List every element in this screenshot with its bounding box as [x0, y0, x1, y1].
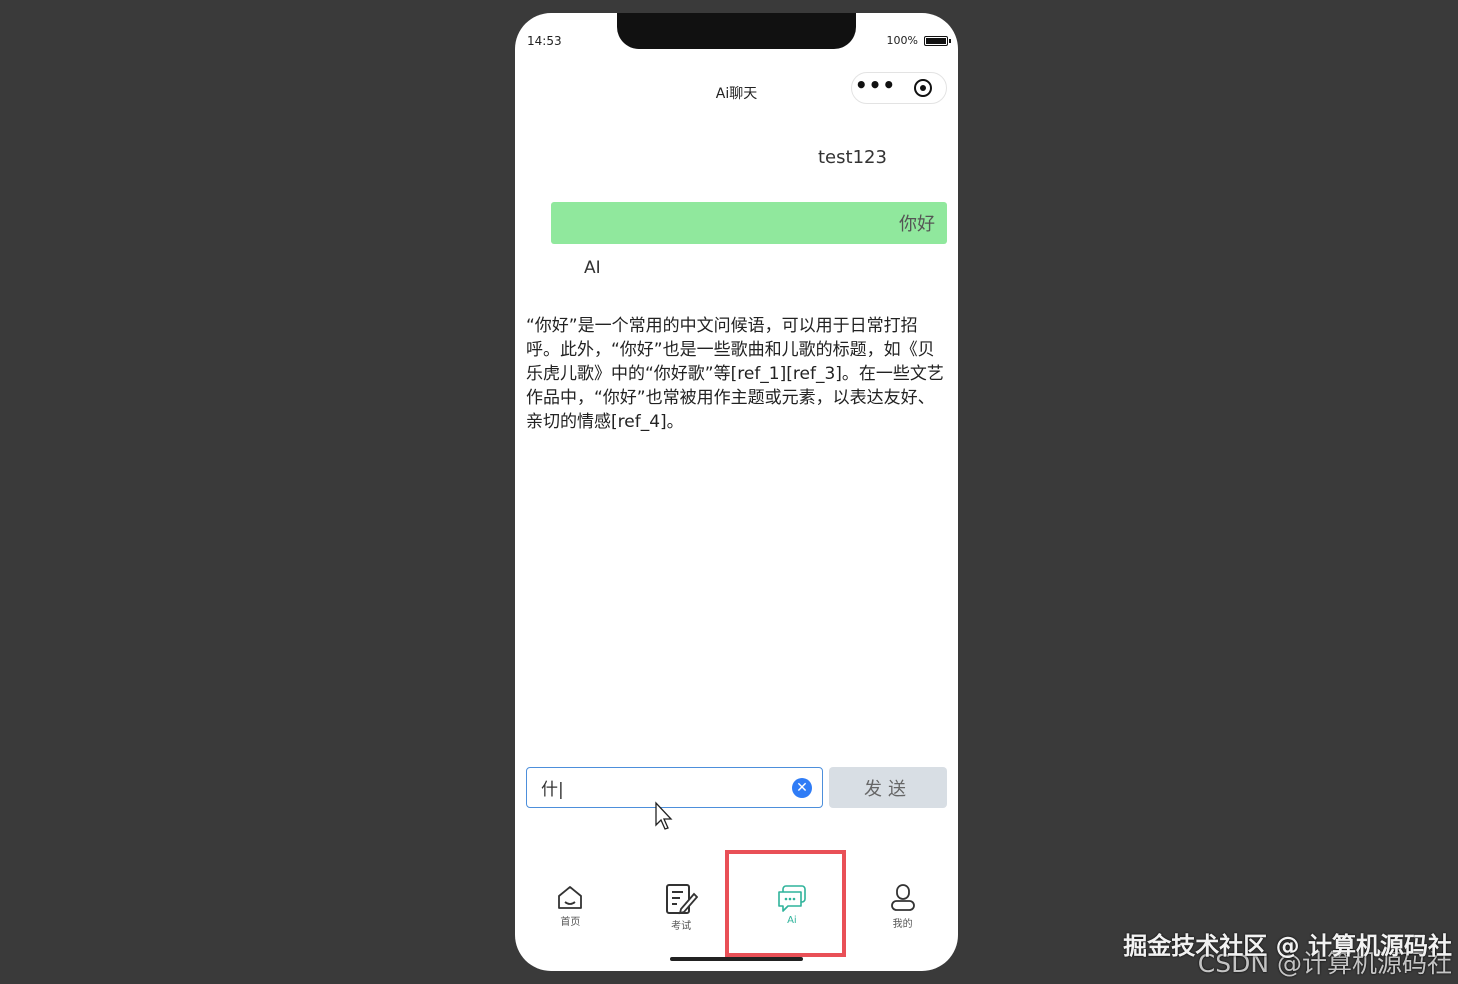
watermark: 掘金技术社区 @ 计算机源码社 CSDN @计算机源码社 — [1123, 926, 1452, 978]
battery-icon — [924, 35, 951, 46]
tab-exam[interactable]: 考试 — [626, 875, 737, 941]
watermark-line1: 掘金技术社区 @ 计算机源码社 — [1123, 932, 1452, 960]
exam-icon — [666, 884, 699, 915]
tab-profile[interactable]: 我的 — [847, 875, 958, 941]
message-input[interactable] — [539, 776, 792, 799]
notch — [617, 13, 856, 49]
user-message-bubble: 你好 — [551, 202, 947, 244]
tab-home-label: 首页 — [560, 917, 581, 928]
message-input-box[interactable]: ✕ — [526, 767, 823, 808]
clear-icon[interactable]: ✕ — [792, 777, 812, 798]
more-icon[interactable]: ••• — [852, 70, 899, 100]
user-message-text: 你好 — [899, 214, 935, 235]
battery-percent: 100% — [886, 34, 918, 47]
home-icon — [558, 886, 583, 909]
profile-icon — [890, 884, 915, 911]
tab-exam-label: 考试 — [671, 921, 692, 932]
tab-profile-label: 我的 — [892, 919, 913, 930]
mini-program-capsule: ••• — [851, 72, 947, 104]
mouse-cursor-icon — [655, 801, 673, 830]
highlight-box — [725, 850, 846, 957]
home-indicator — [670, 957, 803, 961]
tab-home[interactable]: 首页 — [515, 875, 626, 941]
ai-name: AI — [584, 258, 601, 278]
phone-frame: 14:53 100% Ai聊天 ••• test123 你好 AI “你好”是一… — [515, 13, 958, 971]
ai-reply-text: “你好”是一个常用的中文问候语，可以用于日常打招呼。此外，“你好”也是一些歌曲和… — [526, 316, 944, 432]
user-name: test123 — [818, 147, 887, 168]
status-right: 100% — [886, 34, 951, 47]
status-time: 14:53 — [527, 34, 562, 48]
send-button[interactable]: 发送 — [829, 767, 947, 808]
close-target-icon[interactable] — [899, 79, 946, 97]
